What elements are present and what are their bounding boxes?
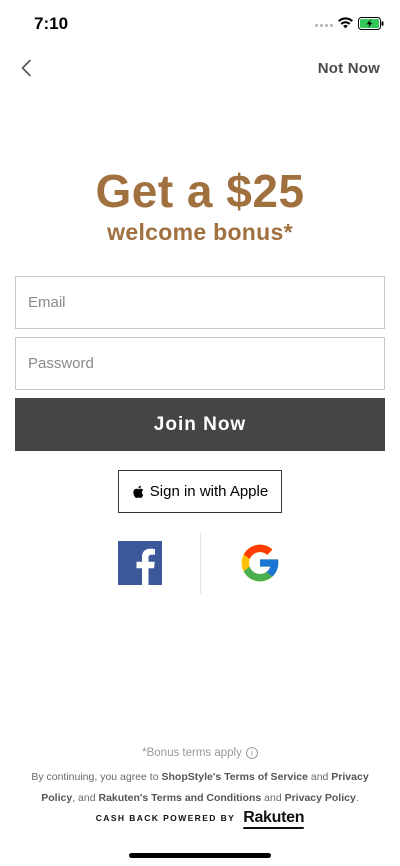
- home-indicator: [129, 853, 271, 858]
- email-field-container: [15, 276, 385, 329]
- legal-and-1: and: [307, 771, 332, 783]
- google-button[interactable]: [238, 541, 282, 585]
- join-now-button[interactable]: Join Now: [15, 398, 385, 451]
- bonus-terms-link[interactable]: *Bonus terms apply i: [0, 747, 400, 759]
- apple-button-label: Sign in with Apple: [149, 483, 269, 500]
- rakuten-terms-link[interactable]: Rakuten's Terms and Conditions: [98, 792, 261, 804]
- cellular-signal-icon: [315, 24, 333, 27]
- back-button[interactable]: [14, 56, 38, 80]
- password-field-container: [15, 337, 385, 390]
- password-input[interactable]: [16, 338, 384, 389]
- battery-charging-icon: [358, 17, 384, 30]
- promo-subheadline: welcome bonus*: [107, 219, 293, 245]
- promo-headline: Get a $25: [95, 165, 305, 217]
- rakuten-privacy-link[interactable]: Privacy Policy: [285, 792, 356, 804]
- social-divider: [200, 532, 201, 594]
- google-icon: [241, 544, 279, 582]
- legal-comma-and: , and: [72, 792, 99, 804]
- wifi-icon: [338, 17, 353, 29]
- sign-in-with-apple-button[interactable]: Sign in with Apple: [118, 470, 282, 513]
- email-input[interactable]: [16, 277, 384, 328]
- legal-period: .: [355, 792, 359, 804]
- chevron-left-icon: [21, 59, 31, 77]
- legal-text: By continuing, you agree to ShopStyle's …: [22, 767, 378, 809]
- shopstyle-terms-link[interactable]: ShopStyle's Terms of Service: [161, 771, 307, 783]
- cashback-text: CASH BACK POWERED BY: [95, 813, 236, 823]
- legal-prefix: By continuing, you agree to: [31, 771, 162, 783]
- status-time: 7:10: [34, 14, 69, 33]
- cashback-banner: CASH BACK POWERED BY Rakuten: [0, 809, 400, 827]
- not-now-button[interactable]: Not Now: [318, 60, 380, 77]
- facebook-icon: [118, 541, 162, 585]
- info-icon: i: [245, 747, 258, 759]
- status-bar: 7:10: [0, 0, 400, 46]
- rakuten-logo: Rakuten: [243, 809, 305, 826]
- bonus-terms-label: *Bonus terms apply: [142, 747, 242, 759]
- legal-and-2: and: [261, 792, 285, 804]
- facebook-button[interactable]: [118, 541, 162, 585]
- apple-icon: [133, 485, 144, 498]
